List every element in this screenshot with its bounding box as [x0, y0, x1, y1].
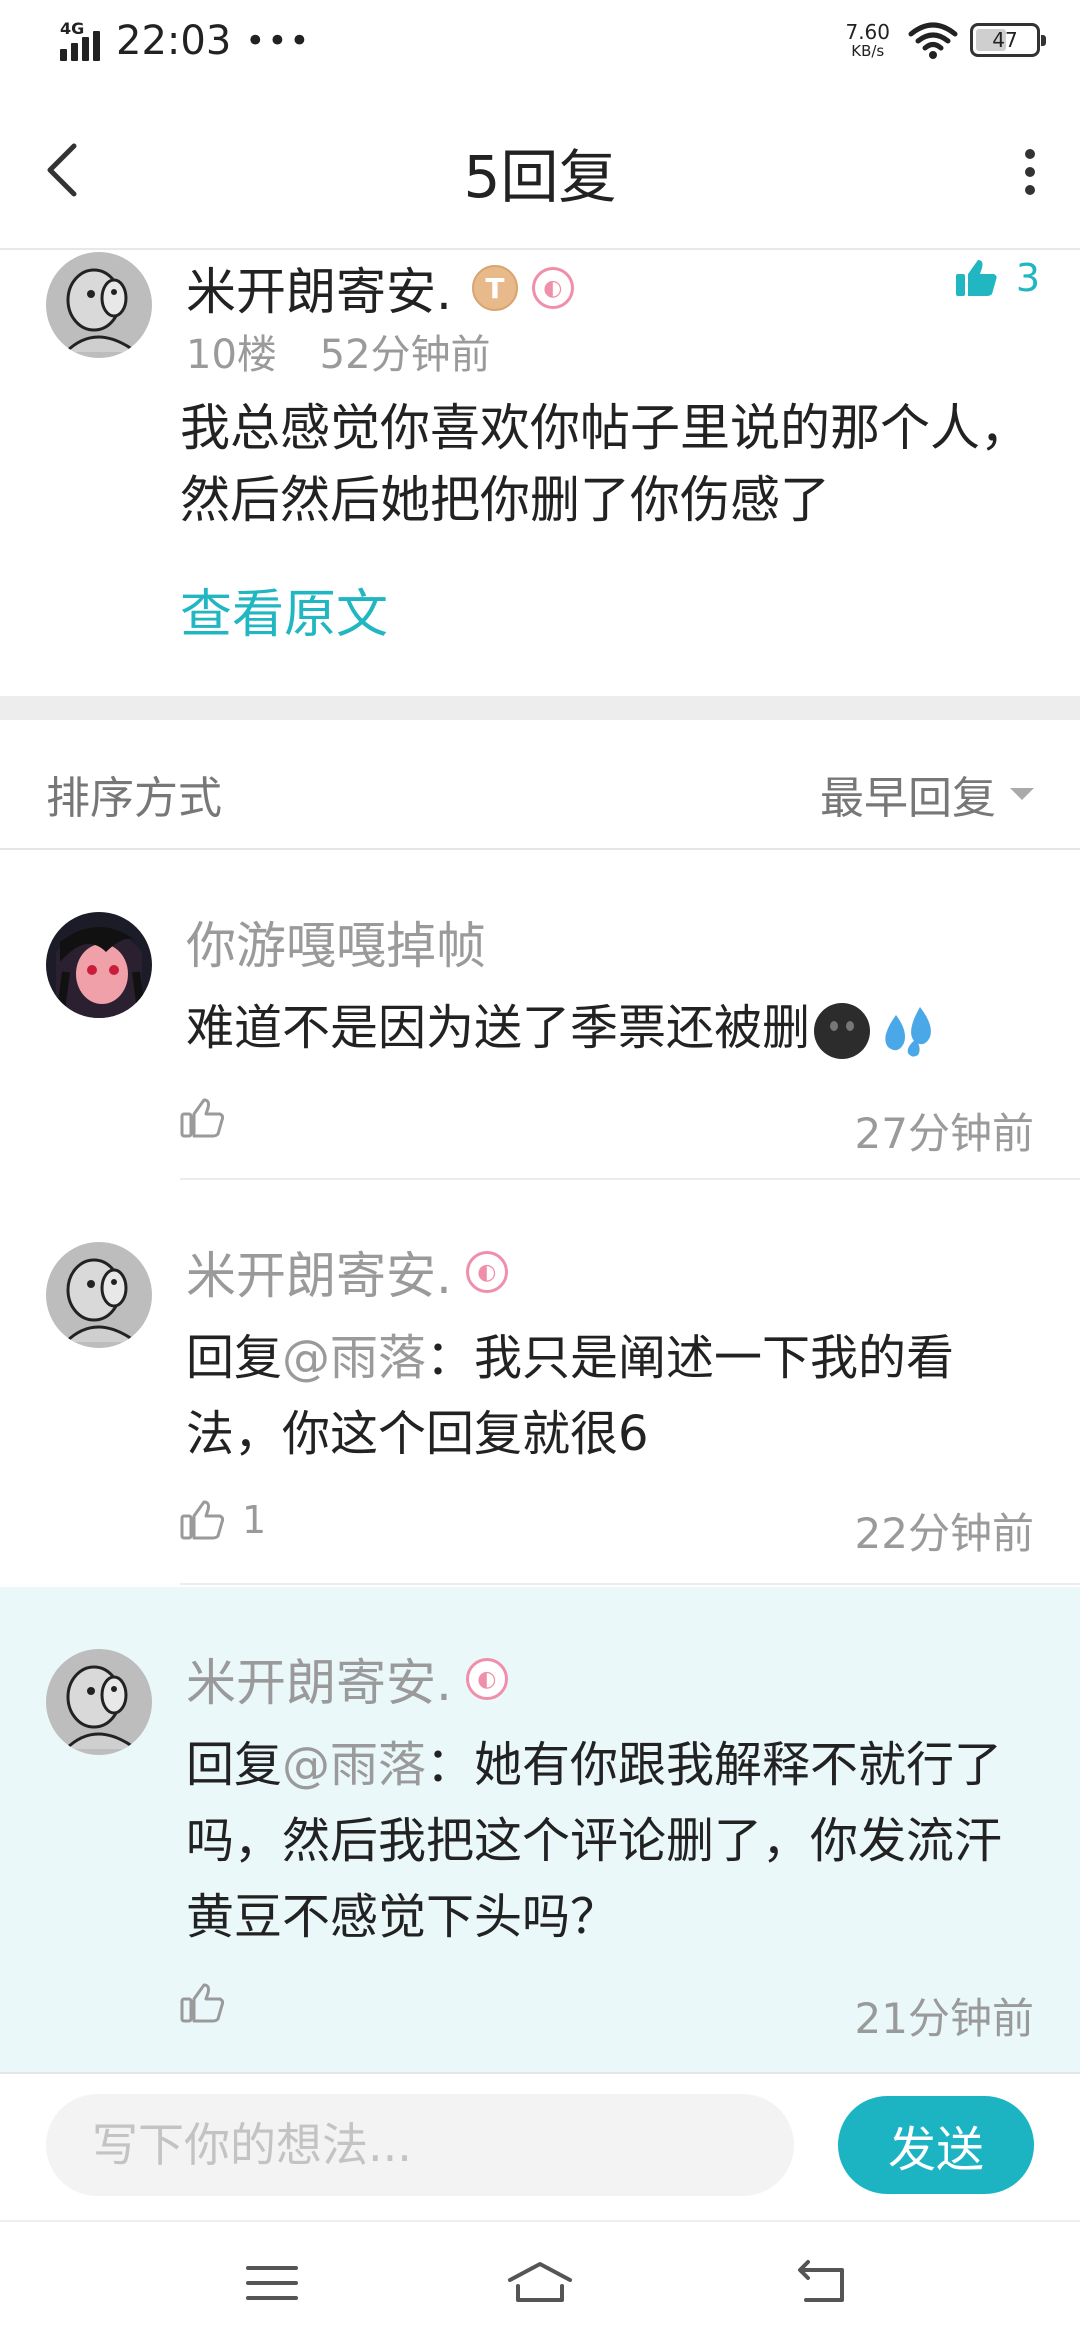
- reply-author[interactable]: 米开朗寄安. ◐: [186, 1236, 508, 1308]
- more-icon[interactable]: [1020, 146, 1040, 198]
- comment-meta: 10楼 52分钟前: [186, 322, 491, 380]
- avatar[interactable]: [46, 1649, 152, 1755]
- notification-dots: •••: [245, 21, 312, 61]
- author-name: 米开朗寄安.: [186, 1654, 452, 1712]
- like-button[interactable]: 3: [954, 256, 1040, 300]
- reply-item: 米开朗寄安. ◐ 回复@雨落：我只是阐述一下我的看法，你这个回复就很6 1 22…: [0, 1180, 1080, 1585]
- network-type: 4G: [60, 19, 85, 38]
- reply-prefix: 回复: [186, 1330, 283, 1386]
- level-badge-icon: ◐: [465, 1658, 508, 1700]
- network-speed: 7.60 KB/s: [845, 22, 890, 59]
- timestamp: 52分钟前: [319, 332, 491, 378]
- reply-prefix: 回复: [186, 1737, 283, 1793]
- menu-icon[interactable]: [242, 2258, 302, 2308]
- comment-text: 我总感觉你喜欢你帖子里说的那个人，然后然后她把你删了你伤感了: [180, 399, 1030, 529]
- like-button[interactable]: [180, 1983, 242, 2023]
- clock: 22:03: [116, 18, 232, 64]
- like-button[interactable]: [180, 1098, 242, 1138]
- home-icon[interactable]: [504, 2258, 576, 2308]
- speed-value: 7.60: [845, 19, 890, 44]
- floor-number: 10楼: [186, 332, 277, 378]
- section-divider: [0, 696, 1080, 720]
- avatar[interactable]: [46, 912, 152, 1018]
- view-original-link[interactable]: 查看原文: [180, 572, 388, 647]
- thumb-up-icon: [180, 1500, 224, 1540]
- thumb-up-icon: [955, 260, 997, 296]
- comment-input[interactable]: [46, 2094, 794, 2196]
- status-bar: 4G 22:03 ••• 7.60 KB/s 47: [0, 0, 1080, 84]
- level-badge-icon: ◐: [465, 1251, 508, 1293]
- top-bar: 5回复: [0, 90, 1080, 250]
- return-icon[interactable]: [792, 2258, 852, 2308]
- sort-row: 排序方式 最早回复: [0, 720, 1080, 850]
- signal-icon: 4G: [56, 19, 112, 63]
- author-name: 米开朗寄安.: [186, 263, 452, 321]
- like-count: 1: [242, 1498, 267, 1542]
- thumb-up-icon: [180, 1983, 224, 2023]
- avatar[interactable]: [46, 252, 152, 358]
- timestamp: 21分钟前: [854, 1994, 1034, 2043]
- main-comment: 米开朗寄安. T ◐ 3 10楼 52分钟前 我总感觉你喜欢你帖子里说的那个人，…: [0, 252, 1080, 696]
- reply-item: 你游嘎嘎掉帧 难道不是因为送了季票还被删 27分钟前: [0, 850, 1080, 1180]
- timestamp: 22分钟前: [854, 1509, 1034, 1558]
- reply-text: 难道不是因为送了季票还被删: [186, 990, 1046, 1066]
- reply-item-highlighted: 米开朗寄安. ◐ 回复@雨落：她有你跟我解释不就行了吗，然后我把这个评论删了，你…: [0, 1587, 1080, 2072]
- system-nav-bar: [0, 2220, 1080, 2340]
- level-badge-icon: ◐: [531, 267, 574, 309]
- timestamp: 27分钟前: [854, 1109, 1034, 1158]
- mention-link[interactable]: @雨落: [282, 1737, 426, 1793]
- thumb-up-icon: [180, 1098, 224, 1138]
- wifi-icon: [908, 22, 958, 59]
- send-button[interactable]: 发送: [838, 2096, 1034, 2194]
- author-name: 米开朗寄安.: [186, 1247, 452, 1305]
- reply-content: 难道不是因为送了季票还被删: [186, 1000, 811, 1056]
- divider: [180, 1583, 1080, 1585]
- medal-badge: T: [471, 265, 518, 311]
- comment-author[interactable]: 米开朗寄安. T ◐: [186, 252, 574, 324]
- battery-level: 47: [992, 28, 1018, 52]
- smiling-face-emoji-icon: [814, 1003, 871, 1059]
- battery-icon: 47: [970, 23, 1046, 57]
- sort-dropdown[interactable]: 最早回复: [820, 762, 1034, 826]
- sort-label: 排序方式: [46, 773, 222, 824]
- avatar[interactable]: [46, 1242, 152, 1348]
- reply-author[interactable]: 米开朗寄安. ◐: [186, 1643, 508, 1715]
- reply-author[interactable]: 你游嘎嘎掉帧: [186, 906, 486, 978]
- page-title: 5回复: [463, 143, 617, 211]
- reply-text: 回复@雨落：她有你跟我解释不就行了吗，然后我把这个评论删了，你发流汗黄豆不感觉下…: [186, 1727, 1046, 1955]
- sort-selected-value: 最早回复: [820, 773, 996, 824]
- like-button[interactable]: 1: [180, 1498, 266, 1542]
- mention-link[interactable]: @雨落: [282, 1330, 426, 1386]
- reply-text: 回复@雨落：我只是阐述一下我的看法，你这个回复就很6: [186, 1320, 1046, 1472]
- sweat-droplets-emoji-icon: [885, 1007, 931, 1057]
- like-count: 3: [1015, 256, 1040, 300]
- author-name: 你游嘎嘎掉帧: [186, 917, 486, 975]
- speed-unit: KB/s: [851, 41, 885, 60]
- chevron-down-icon: [1010, 788, 1034, 800]
- comment-composer: 发送: [0, 2072, 1080, 2220]
